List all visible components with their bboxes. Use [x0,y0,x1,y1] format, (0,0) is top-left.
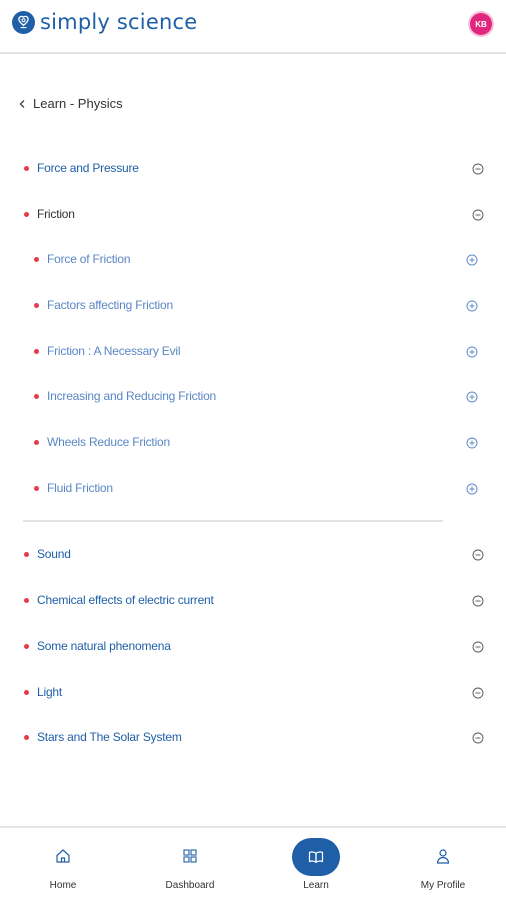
dashboard-icon [180,846,200,866]
expand-icon[interactable] [471,731,485,745]
nav-learn[interactable]: Learn [253,828,379,900]
topic-label: Stars and The Solar System [37,730,182,744]
nav-profile-label: My Profile [420,880,466,891]
bullet-dot [34,394,39,399]
brand-name: simply science [40,10,198,34]
bullet-dot [34,486,39,491]
nav-learn-label: Learn [303,880,329,891]
brand-logo[interactable]: simply science [12,10,197,34]
subtopic-row[interactable]: Factors affecting Friction [0,283,506,329]
subtopic-label: Increasing and Reducing Friction [47,389,217,403]
bullet-dot [24,166,29,171]
nav-profile[interactable]: My Profile [380,828,506,900]
bullet-dot [24,552,29,557]
collapse-icon[interactable] [471,208,485,222]
topic-label: Some natural phenomena [37,639,171,653]
topic-row[interactable]: Friction [0,192,506,238]
app-header: simply science KB [0,0,506,54]
bullet-dot [24,644,29,649]
subtopic-row[interactable]: Force of Friction [0,237,506,283]
bottom-nav: Home Dashboard Learn My Profile [0,826,506,900]
book-icon [306,847,326,867]
chevron-left-icon[interactable] [18,97,30,111]
topic-row[interactable]: Stars and The Solar System [0,715,506,761]
home-icon [53,846,73,866]
expand-icon[interactable] [471,162,485,176]
topic-label: Sound [37,547,71,561]
logo-icon [12,10,35,34]
subtopic-row[interactable]: Friction : A Necessary Evil [0,329,506,375]
expand-plus-icon[interactable] [465,436,479,450]
expand-icon[interactable] [471,594,485,608]
nav-home-label: Home [49,880,77,891]
expand-plus-icon[interactable] [465,482,479,496]
nav-dashboard[interactable]: Dashboard [127,828,253,900]
subtopic-row[interactable]: Fluid Friction [0,466,506,512]
subtopic-label: Factors affecting Friction [47,298,173,312]
expand-plus-icon[interactable] [465,345,479,359]
bullet-dot [34,349,39,354]
topic-label: Force and Pressure [37,161,139,175]
breadcrumb[interactable]: Learn - Physics [18,96,123,111]
topic-row[interactable]: Sound [0,532,506,578]
expand-plus-icon[interactable] [465,299,479,313]
bullet-dot [24,598,29,603]
subtopic-row[interactable]: Increasing and Reducing Friction [0,374,506,420]
bullet-dot [34,303,39,308]
nav-dashboard-label: Dashboard [165,880,215,891]
section-divider [23,520,443,522]
profile-icon [433,846,453,866]
subtopic-label: Wheels Reduce Friction [47,435,170,449]
subtopic-row[interactable]: Wheels Reduce Friction [0,420,506,466]
bullet-dot [24,735,29,740]
expand-icon[interactable] [471,686,485,700]
bullet-dot [24,690,29,695]
expand-plus-icon[interactable] [465,390,479,404]
bullet-dot [34,440,39,445]
topic-row[interactable]: Chemical effects of electric current [0,578,506,624]
breadcrumb-label: Learn - Physics [33,96,123,111]
subtopic-label: Friction : A Necessary Evil [47,344,181,358]
topic-row[interactable]: Force and Pressure [0,146,506,192]
topic-row[interactable]: Some natural phenomena [0,624,506,670]
subtopic-label: Fluid Friction [47,481,113,495]
avatar[interactable]: KB [470,13,492,35]
topic-label: Light [37,685,63,699]
expand-icon[interactable] [471,548,485,562]
bullet-dot [24,212,29,217]
nav-home[interactable]: Home [0,828,126,900]
topic-row[interactable]: Light [0,670,506,716]
topic-label: Chemical effects of electric current [37,593,214,607]
expand-icon[interactable] [471,640,485,654]
expand-plus-icon[interactable] [465,253,479,267]
subtopic-label: Force of Friction [47,252,131,266]
topic-label: Friction [37,207,75,221]
bullet-dot [34,257,39,262]
